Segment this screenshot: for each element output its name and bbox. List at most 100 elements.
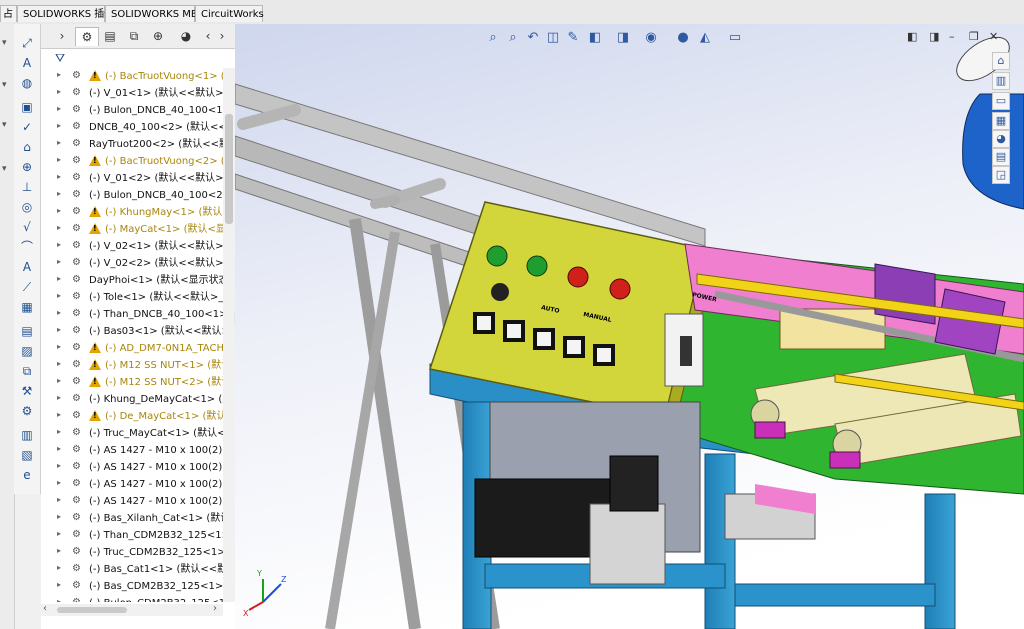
tree-item[interactable]: ▸ ⚙ (-) Truc_CDM2B32_125<1> (默 <box>41 544 223 561</box>
display-style-icon[interactable]: ◨ <box>615 30 631 46</box>
display-manager-tab-icon[interactable]: ◕ <box>175 27 197 45</box>
view-palette-icon[interactable]: ▦ <box>992 112 1010 130</box>
cosmetic-thread-icon[interactable]: ⧉ <box>19 364 35 378</box>
tab-truncated[interactable]: 占 <box>0 5 17 22</box>
scrollbar-thumb[interactable] <box>57 607 127 613</box>
expand-arrow-icon[interactable]: ▸ <box>57 240 61 249</box>
edrawings-icon[interactable]: e <box>19 468 35 482</box>
scroll-left-icon[interactable]: ‹ <box>43 603 47 614</box>
tab-circuitworks[interactable]: CircuitWorks <box>195 5 264 22</box>
tree-item[interactable]: ▸ ⚙ (-) Than_CDM2B32_125<1> (默 <box>41 527 223 544</box>
hide-show-items-icon[interactable]: ◉ <box>643 30 659 46</box>
view-settings-icon[interactable]: ▭ <box>727 30 743 46</box>
tree-horizontal-scrollbar[interactable]: ‹ › <box>41 603 223 616</box>
expand-arrow-icon[interactable]: ▸ <box>57 359 61 368</box>
datum-feature-icon[interactable]: ⊥ <box>19 180 35 194</box>
tree-item[interactable]: ▸ ⚙ (-) AS 1427 - M10 x 100(2)<2> <box>41 459 223 476</box>
expand-arrow-icon[interactable]: ▸ <box>57 393 61 402</box>
expand-arrow-icon[interactable]: ▸ <box>57 87 61 96</box>
block-icon[interactable]: ▤ <box>19 324 35 338</box>
tree-item[interactable]: ▸ ⚙ (-) V_02<1> (默认<<默认>_显示 <box>41 238 223 255</box>
expand-arrow-icon[interactable]: ▸ <box>57 308 61 317</box>
hole-callout-icon[interactable]: √ <box>19 220 35 234</box>
expand-arrow-icon[interactable]: ▸ <box>57 70 61 79</box>
expand-arrow-icon[interactable]: ▸ <box>57 155 61 164</box>
viewport-restore-icon[interactable]: ◧ <box>907 30 917 43</box>
design-library-icon[interactable]: ▥ <box>992 72 1010 90</box>
tree-item[interactable]: ▸ ⚙ (-) AS 1427 - M10 x 100(2)<4> <box>41 493 223 510</box>
tree-item[interactable]: ▸ ⚙ (-) V_01<1> (默认<<默认>_显示 <box>41 85 223 102</box>
centerline-icon[interactable]: ⟋ <box>19 280 35 294</box>
tree-item[interactable]: ▸ ⚙! (-) M12 SS NUT<2> (默认 <box>41 374 223 391</box>
custom-properties-icon[interactable]: ▤ <box>992 148 1010 166</box>
feature-tree-tab-icon[interactable]: ⚙ <box>75 27 99 46</box>
expand-arrow-icon[interactable]: ▸ <box>57 512 61 521</box>
chevron-down-icon[interactable]: ▾ <box>2 80 7 90</box>
graphics-area[interactable]: Y Z X ⌕ ⌕ ↶ ◫ ✎ ◧ ◨ ◉ ● ◭ ▭ ◧ ◨ – ❐ ✕ <box>235 24 1024 629</box>
restore-icon[interactable]: ❐ <box>969 30 979 43</box>
magnetic-line-icon[interactable]: ⚒ <box>19 384 35 398</box>
tree-item[interactable]: ▸ ⚙ (-) AS 1427 - M10 x 100(2)<1> <box>41 442 223 459</box>
tree-item[interactable]: ▸ ⚙! (-) BacTruotVuong<1> (默 <box>41 68 223 85</box>
surface-finish-icon[interactable]: ✓ <box>19 120 35 134</box>
chevron-down-icon[interactable]: ▾ <box>2 38 7 48</box>
tree-item[interactable]: ▸ ⚙ (-) Bulon_DNCB_40_100<2> (默 <box>41 187 223 204</box>
tree-item[interactable]: ▸ ⚙ (-) Bas_Cat1<1> (默认<<默认> <box>41 561 223 578</box>
expand-arrow-icon[interactable]: ▸ <box>57 206 61 215</box>
tree-item[interactable]: ▸ ⚙ (-) Bas_CDM2B32_125<1> (默 <box>41 578 223 595</box>
expand-arrow-icon[interactable]: ▸ <box>57 342 61 351</box>
tab-solidworks-mbd[interactable]: SOLIDWORKS MBD <box>105 5 205 22</box>
expand-arrow-icon[interactable]: ▸ <box>57 597 61 602</box>
file-explorer-icon[interactable]: ▭ <box>992 92 1010 110</box>
tree-item[interactable]: ▸ ⚙ DayPhoi<1> (默认<显示状态 <box>41 272 223 289</box>
geometric-tolerance-icon[interactable]: ⊕ <box>19 160 35 174</box>
expand-arrow-icon[interactable]: › <box>51 27 73 45</box>
zoom-to-fit-icon[interactable]: ⌕ <box>485 30 501 46</box>
expand-arrow-icon[interactable]: ▸ <box>57 495 61 504</box>
tab-scroll-left-icon[interactable]: ‹ <box>201 27 215 45</box>
expand-arrow-icon[interactable]: ▸ <box>57 376 61 385</box>
dimxpert-tab-icon[interactable]: ⊕ <box>147 27 169 45</box>
expand-arrow-icon[interactable]: ▸ <box>57 427 61 436</box>
apply-scene-icon[interactable]: ◭ <box>697 30 713 46</box>
tree-item[interactable]: ▸ ⚙ (-) Khung_DeMayCat<1> (默认 <box>41 391 223 408</box>
expand-arrow-icon[interactable]: ▸ <box>57 580 61 589</box>
tree-vertical-scrollbar[interactable] <box>223 68 235 602</box>
tree-item[interactable]: ▸ ⚙ DNCB_40_100<2> (默认<<默认 <box>41 119 223 136</box>
expand-arrow-icon[interactable]: ▸ <box>57 257 61 266</box>
expand-arrow-icon[interactable]: ▸ <box>57 138 61 147</box>
expand-arrow-icon[interactable]: ▸ <box>57 223 61 232</box>
area-hatch-icon[interactable]: ⚙ <box>19 404 35 418</box>
tree-item[interactable]: ▸ ⚙ (-) Bulon_CDM2B32_125<1> (默 <box>41 595 223 602</box>
configuration-manager-tab-icon[interactable]: ⧉ <box>123 27 145 45</box>
publish-icon[interactable]: ▧ <box>19 448 35 462</box>
tree-item[interactable]: ▸ ⚙ (-) Truc_MayCat<1> (默认<<默 <box>41 425 223 442</box>
smart-dimension-icon[interactable]: ⤢ <box>19 36 35 50</box>
filter-icon[interactable]: ⛛ <box>55 51 65 66</box>
hatch-icon[interactable]: ▨ <box>19 344 35 358</box>
tree-item[interactable]: ▸ ⚙! (-) M12 SS NUT<1> (默认 <box>41 357 223 374</box>
tree-item[interactable]: ▸ ⚙ (-) Bas03<1> (默认<<默认>_显 <box>41 323 223 340</box>
tree-item[interactable]: ▸ ⚙ (-) Tole<1> (默认<<默认>_显示 <box>41 289 223 306</box>
minimize-icon[interactable]: – <box>949 30 955 43</box>
datum-target-icon[interactable]: ◎ <box>19 200 35 214</box>
expand-arrow-icon[interactable]: ▸ <box>57 478 61 487</box>
expand-arrow-icon[interactable]: ▸ <box>57 444 61 453</box>
view-orientation-icon[interactable]: ◧ <box>587 30 603 46</box>
home-icon[interactable]: ⌂ <box>992 52 1010 70</box>
previous-view-icon[interactable]: ↶ <box>525 30 541 46</box>
tree-item[interactable]: ▸ ⚙ RayTruot200<2> (默认<<默 <box>41 136 223 153</box>
chevron-down-icon[interactable]: ▾ <box>2 164 7 174</box>
tree-item[interactable]: ▸ ⚙ (-) AS 1427 - M10 x 100(2)<3> <box>41 476 223 493</box>
section-view-icon[interactable]: ◫ <box>545 30 561 46</box>
expand-arrow-icon[interactable]: ▸ <box>57 410 61 419</box>
tree-item[interactable]: ▸ ⚙ (-) V_01<2> (默认<<默认>_显示 <box>41 170 223 187</box>
expand-arrow-icon[interactable]: ▸ <box>57 104 61 113</box>
chevron-down-icon[interactable]: ▾ <box>2 120 7 130</box>
auto-balloon-icon[interactable]: ▣ <box>19 100 35 114</box>
forum-icon[interactable]: ◲ <box>992 166 1010 184</box>
appearances-icon[interactable]: ◕ <box>992 130 1010 148</box>
balloon-icon[interactable]: ◍ <box>19 76 35 90</box>
edit-appearance-icon[interactable]: ● <box>675 30 691 46</box>
expand-arrow-icon[interactable]: ▸ <box>57 461 61 470</box>
